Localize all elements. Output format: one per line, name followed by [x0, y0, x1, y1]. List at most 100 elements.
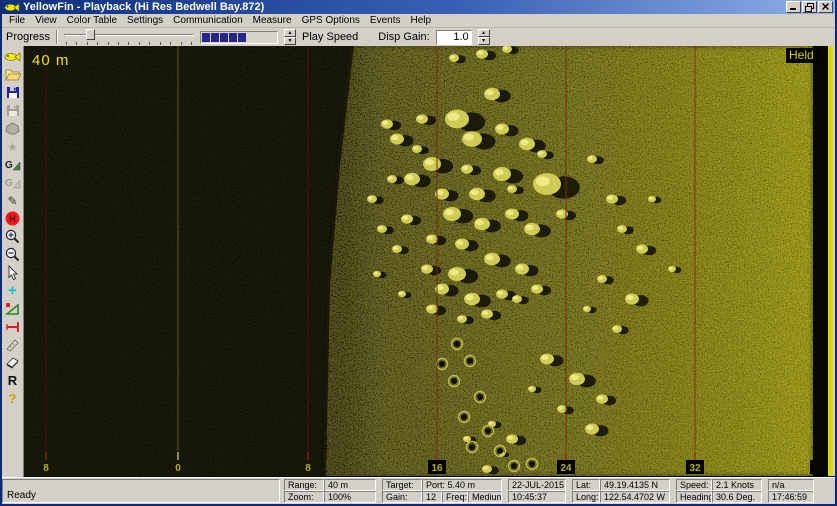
- svg-text:8: 8: [305, 463, 311, 474]
- restore-button[interactable]: [802, 1, 817, 13]
- gain-auto-icon: G: [5, 158, 21, 171]
- play-speed-up-button[interactable]: ▲: [284, 29, 296, 37]
- status-gain-value: 12: [422, 491, 442, 503]
- play-speed-segment: [238, 33, 246, 42]
- progress-slider-thumb[interactable]: [86, 29, 95, 40]
- status-range-value: 40 m: [324, 479, 376, 491]
- target-marker-button[interactable]: [3, 318, 23, 335]
- toolbar: Progress ▲ ▼ Play Speed Disp Gain: ▲ ▼: [2, 28, 835, 46]
- star-marker-button[interactable]: ★: [3, 138, 23, 155]
- svg-text:G: G: [5, 178, 13, 189]
- svg-text:G: G: [5, 160, 13, 171]
- status-aux-value: n/a: [768, 479, 814, 491]
- window-title: YellowFin - Playback (Hi Res Bedwell Bay…: [23, 1, 786, 14]
- save-file-button[interactable]: [3, 84, 23, 101]
- open-file-button[interactable]: [3, 66, 23, 83]
- range-scale-label: 40 m: [32, 52, 69, 69]
- app-window: YellowFin - Playback (Hi Res Bedwell Bay…: [0, 0, 837, 506]
- status-heading-value: 30.6 Deg.: [712, 491, 762, 503]
- shell-palette-button[interactable]: [3, 120, 23, 137]
- open-file-icon: [5, 68, 21, 81]
- status-speed-label: Speed:: [676, 479, 712, 491]
- save-file-alt-button[interactable]: [3, 102, 23, 119]
- annotate-pencil-button[interactable]: ✎: [3, 192, 23, 209]
- shell-palette-icon: [5, 122, 20, 135]
- close-icon: [822, 3, 830, 11]
- yellowfin-logo-button[interactable]: [3, 48, 23, 65]
- zoom-out-button[interactable]: [3, 246, 23, 263]
- restore-icon: [805, 3, 814, 12]
- eraser-icon: [5, 356, 20, 369]
- target-marker-icon: [5, 320, 20, 334]
- menu-view[interactable]: View: [30, 14, 62, 27]
- menu-events[interactable]: Events: [365, 14, 406, 27]
- rescan-icon: R: [8, 374, 17, 388]
- status-zoom-value: 100%: [324, 491, 376, 503]
- sonar-display[interactable]: 80816243240 40 m Held: [24, 46, 835, 477]
- status-heading-label: Heading:: [676, 491, 712, 503]
- play-speed-bar[interactable]: [200, 31, 278, 44]
- eraser-button[interactable]: [3, 354, 23, 371]
- disp-gain-down-button[interactable]: ▼: [478, 37, 490, 45]
- menu-help[interactable]: Help: [406, 14, 437, 27]
- status-record-time-value: 10:45:37: [508, 491, 566, 503]
- sonar-waterfall-image: 80816243240: [24, 46, 835, 476]
- title-bar[interactable]: YellowFin - Playback (Hi Res Bedwell Bay…: [2, 0, 835, 14]
- close-button[interactable]: [818, 1, 833, 13]
- status-long-label: Long:: [572, 491, 600, 503]
- pointer-select-button[interactable]: [3, 264, 23, 281]
- progress-slider-track[interactable]: [64, 34, 194, 36]
- rescan-button[interactable]: R: [3, 372, 23, 389]
- status-clock-time-value: 17:46:59: [768, 491, 814, 503]
- crosshair-marker-button[interactable]: +: [3, 282, 23, 299]
- disp-gain-input[interactable]: [436, 30, 472, 45]
- disp-gain-up-button[interactable]: ▲: [478, 29, 490, 37]
- gain-auto-off-button[interactable]: G: [3, 174, 23, 191]
- status-target-label: Target:: [382, 479, 422, 491]
- play-speed-segment: [202, 33, 210, 42]
- minimize-button[interactable]: [786, 1, 801, 13]
- play-speed-spinner: ▲ ▼: [284, 29, 296, 45]
- status-zoom-label: Zoom:: [284, 491, 324, 503]
- svg-text:32: 32: [689, 463, 701, 474]
- menu-gps-options[interactable]: GPS Options: [297, 14, 365, 27]
- angle-measure-icon: [5, 302, 20, 316]
- status-target-value: Port: 5.40 m: [422, 479, 502, 491]
- progress-slider[interactable]: [64, 29, 194, 45]
- svg-text:H: H: [9, 214, 16, 224]
- status-speed-value: 2.1 Knots: [712, 479, 762, 491]
- latest-ping-stripe: [828, 46, 833, 476]
- ruler-measure-icon: [5, 338, 20, 352]
- save-file-icon: [6, 86, 20, 99]
- play-speed-label: Play Speed: [302, 31, 358, 43]
- menu-bar: FileViewColor TableSettingsCommunication…: [2, 14, 835, 28]
- status-range-label: Range:: [284, 479, 324, 491]
- menu-color-table[interactable]: Color Table: [62, 14, 122, 27]
- angle-measure-button[interactable]: [3, 300, 23, 317]
- status-freq-label: Freq:: [442, 491, 468, 503]
- menu-file[interactable]: File: [4, 14, 30, 27]
- help-button[interactable]: ?: [3, 390, 23, 407]
- gain-auto-button[interactable]: G: [3, 156, 23, 173]
- hold-display-icon: H: [5, 211, 20, 226]
- toolbar-separator: [56, 30, 58, 44]
- status-lat-value: 49.19.4135 N: [600, 479, 670, 491]
- progress-label: Progress: [6, 31, 50, 43]
- hold-display-button[interactable]: H: [3, 210, 23, 227]
- svg-text:24: 24: [560, 463, 572, 474]
- progress-slider-ticks: [66, 42, 192, 45]
- ruler-measure-button[interactable]: [3, 336, 23, 353]
- gain-auto-off-icon: G: [5, 176, 21, 189]
- yellowfin-logo-icon: [4, 51, 21, 63]
- menu-settings[interactable]: Settings: [122, 14, 168, 27]
- status-message: Ready: [7, 490, 36, 501]
- status-date-value: 22-JUL-2015: [508, 479, 566, 491]
- disp-gain-spinner: ▲ ▼: [478, 29, 490, 45]
- menu-communication[interactable]: Communication: [168, 14, 247, 27]
- play-speed-down-button[interactable]: ▼: [284, 37, 296, 45]
- status-lat-label: Lat:: [572, 479, 600, 491]
- svg-text:16: 16: [431, 463, 443, 474]
- menu-measure[interactable]: Measure: [248, 14, 297, 27]
- minimize-icon: [790, 3, 798, 11]
- zoom-in-button[interactable]: [3, 228, 23, 245]
